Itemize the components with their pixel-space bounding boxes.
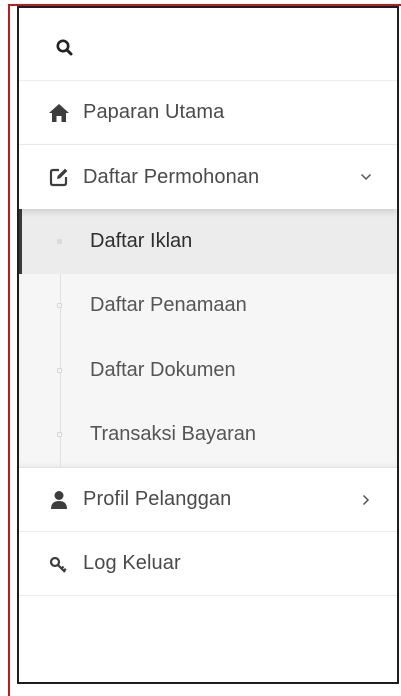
frame-border-left <box>8 4 10 696</box>
chevron-down-icon[interactable] <box>359 170 373 184</box>
submenu-item-daftar-dokumen[interactable]: Daftar Dokumen <box>19 338 397 403</box>
submenu-item-daftar-iklan[interactable]: Daftar Iklan <box>19 209 397 274</box>
submenu-item-label: Daftar Dokumen <box>90 358 236 381</box>
user-icon <box>48 489 70 511</box>
submenu-item-transaksi-bayaran[interactable]: Transaksi Bayaran <box>19 403 397 468</box>
home-icon <box>48 102 70 124</box>
submenu-item-label: Daftar Penamaan <box>90 294 247 317</box>
bullet-icon <box>57 303 62 309</box>
bullet-icon <box>57 367 62 373</box>
chevron-right-icon[interactable] <box>359 493 373 507</box>
menu-item-paparan-utama[interactable]: Paparan Utama <box>19 81 397 145</box>
submenu-daftar-permohonan: Daftar Iklan Daftar Penamaan Daftar Doku… <box>19 209 397 468</box>
submenu-item-label: Transaksi Bayaran <box>90 423 256 446</box>
bullet-icon <box>57 432 62 438</box>
edit-icon <box>48 166 70 188</box>
search-icon[interactable] <box>55 38 75 58</box>
bullet-icon <box>57 238 62 244</box>
menu-item-profil-pelanggan[interactable]: Profil Pelanggan <box>19 468 397 532</box>
submenu-item-label: Daftar Iklan <box>90 229 193 252</box>
menu-item-label: Profil Pelanggan <box>83 488 232 510</box>
sidebar-nav: Paparan Utama Daftar Permohonan Daftar I… <box>17 6 399 684</box>
submenu-item-daftar-penamaan[interactable]: Daftar Penamaan <box>19 274 397 339</box>
menu-item-daftar-permohonan[interactable]: Daftar Permohonan <box>19 145 397 209</box>
menu-item-log-keluar[interactable]: Log Keluar <box>19 532 397 596</box>
menu-item-label: Paparan Utama <box>83 101 225 123</box>
menu-item-label: Daftar Permohonan <box>83 165 260 188</box>
search-bar[interactable] <box>19 8 397 81</box>
key-icon <box>48 553 70 575</box>
menu-item-label: Log Keluar <box>83 552 181 574</box>
